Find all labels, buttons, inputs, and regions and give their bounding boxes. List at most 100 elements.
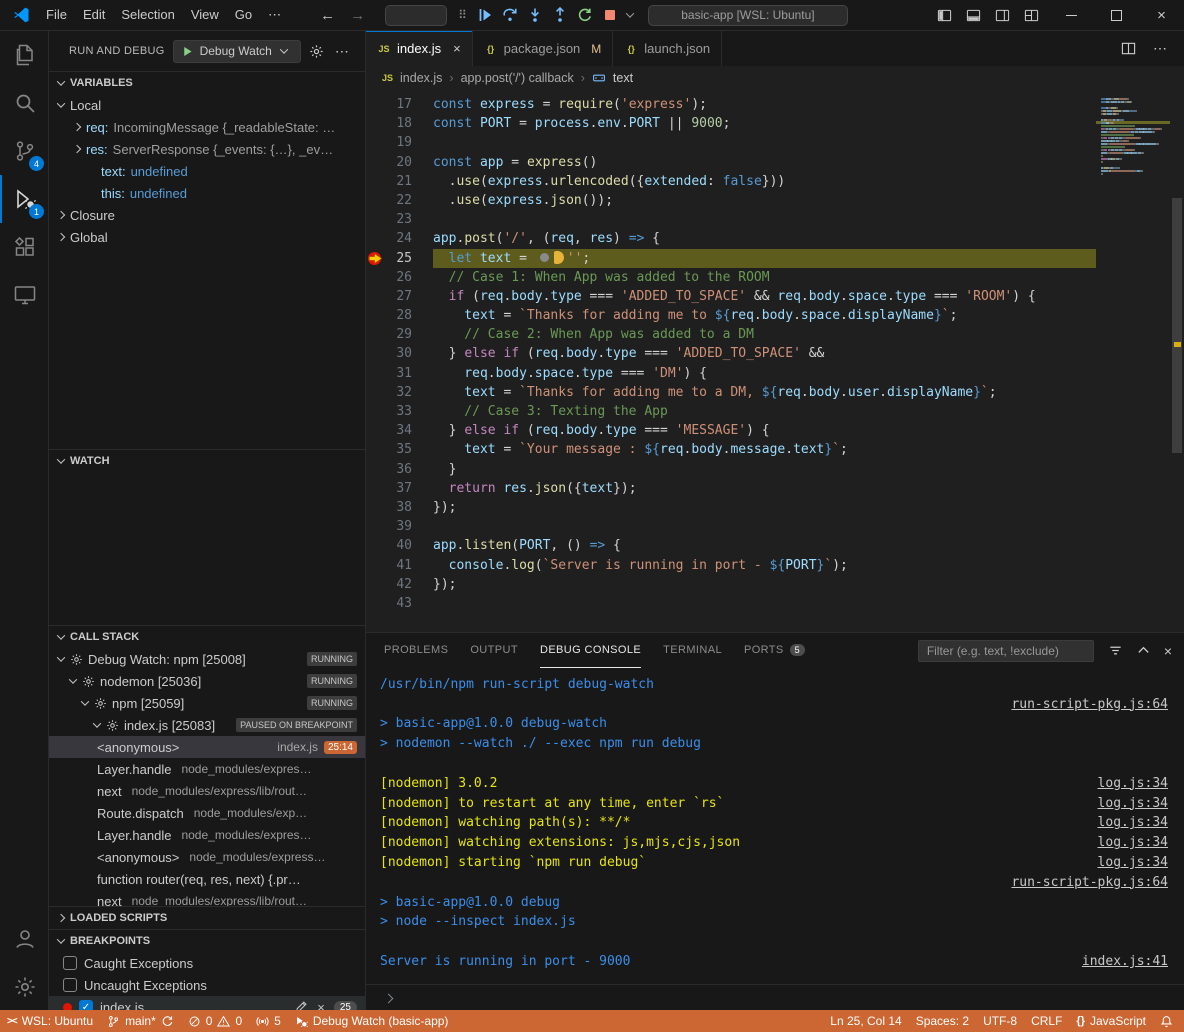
code-line[interactable]: 38}); (366, 498, 1096, 517)
variable-row[interactable]: req:IncomingMessage {_readableState: … (49, 116, 365, 138)
code-line[interactable]: 36 } (366, 460, 1096, 479)
code-line[interactable]: 35 text = `Your message : ${req.body.mes… (366, 440, 1096, 459)
activity-extensions[interactable] (0, 223, 48, 271)
callstack-session[interactable]: index.js [25083]PAUSED ON BREAKPOINT (49, 714, 365, 736)
breadcrumb-item[interactable]: index.js (400, 71, 442, 85)
panel-tab-problems[interactable]: PROBLEMS (384, 633, 448, 668)
breakpoint-row[interactable]: ✓index.js×25 (49, 996, 365, 1011)
variable-row[interactable]: res:ServerResponse {_events: {…}, _ev… (49, 138, 365, 160)
activity-accounts[interactable] (0, 915, 48, 963)
stack-frame[interactable]: function router(req, res, next) {.pr… (49, 868, 365, 890)
breakpoint-checkbox[interactable] (63, 978, 77, 992)
breakpoint-row[interactable]: Caught Exceptions (49, 952, 365, 974)
stack-frame[interactable]: Layer.handlenode_modules/expres… (49, 824, 365, 846)
activity-run-and-debug[interactable]: 1 (0, 175, 48, 223)
code-line[interactable]: 17const express = require('express'); (366, 95, 1096, 114)
breadcrumb[interactable]: JSindex.js›app.post('/') callback›text (366, 66, 1184, 90)
breakpoint-checkbox[interactable] (63, 956, 77, 970)
breadcrumb-item[interactable]: text (613, 71, 633, 85)
forward-icon[interactable]: → (345, 7, 370, 24)
breadcrumb-item[interactable]: app.post('/') callback (461, 71, 574, 85)
command-center-search[interactable]: basic-app [WSL: Ubuntu] (648, 5, 848, 26)
maximize-panel-icon[interactable] (1136, 643, 1151, 658)
panel-tab-debug-console[interactable]: DEBUG CONSOLE (540, 633, 641, 668)
code-line[interactable]: 22 .use(express.json()); (366, 191, 1096, 210)
close-tab-icon[interactable]: × (453, 41, 461, 56)
variable-row[interactable]: this:undefined (49, 182, 365, 204)
debug-continue-button[interactable] (474, 4, 497, 27)
console-source-link[interactable]: log.js:34 (1098, 776, 1168, 791)
minimize-button[interactable] (1049, 0, 1094, 30)
console-source-link[interactable]: log.js:34 (1098, 815, 1168, 830)
debug-settings-gear-icon[interactable] (309, 44, 324, 59)
panel-tab-output[interactable]: OUTPUT (470, 633, 518, 668)
code-line[interactable]: 26 // Case 1: When App was added to the … (366, 268, 1096, 287)
debug-stop-button[interactable] (599, 4, 622, 27)
status-problems[interactable]: 00 (181, 1010, 249, 1032)
code-line[interactable]: 28 text = `Thanks for adding me to ${req… (366, 306, 1096, 325)
stack-frame[interactable]: nextnode_modules/express/lib/rout… (49, 890, 365, 906)
code-line[interactable]: 21 .use(express.urlencoded({extended: fa… (366, 172, 1096, 191)
debug-config-dropdown[interactable]: Debug Watch (173, 40, 301, 63)
scrollbar-thumb[interactable] (1172, 198, 1182, 453)
status-notifications[interactable] (1153, 1010, 1180, 1032)
code-line[interactable]: 41 console.log(`Server is running in por… (366, 556, 1096, 575)
menu-file[interactable]: File (38, 4, 75, 26)
callstack-session[interactable]: nodemon [25036]RUNNING (49, 670, 365, 692)
command-center-left[interactable] (385, 5, 447, 26)
code-line[interactable]: 40app.listen(PORT, () => { (366, 536, 1096, 555)
customize-layout-icon[interactable] (1024, 8, 1039, 23)
stack-frame[interactable]: <anonymous>index.js25:14 (49, 736, 365, 758)
editor-more-actions-icon[interactable]: ⋯ (1150, 40, 1170, 57)
console-options-icon[interactable] (1108, 643, 1123, 658)
debug-step-out-button[interactable] (549, 4, 572, 27)
console-source-link[interactable]: log.js:34 (1098, 835, 1168, 850)
status-indentation[interactable]: Spaces: 2 (909, 1010, 976, 1032)
debug-console-input[interactable] (366, 984, 1184, 1011)
variable-row[interactable]: Local (49, 94, 365, 116)
section-header[interactable]: LOADED SCRIPTS (49, 907, 365, 929)
start-debug-icon[interactable] (181, 45, 194, 58)
maximize-button[interactable] (1094, 0, 1139, 30)
menu-view[interactable]: View (183, 4, 227, 26)
close-panel-icon[interactable]: × (1164, 643, 1172, 659)
stack-frame[interactable]: nextnode_modules/express/lib/rout… (49, 780, 365, 802)
code-line[interactable]: 42}); (366, 575, 1096, 594)
stack-frame[interactable]: Route.dispatchnode_modules/exp… (49, 802, 365, 824)
panel-tab-ports[interactable]: PORTS5 (744, 633, 805, 668)
section-header[interactable]: CALL STACK (49, 626, 365, 648)
tab-launch.json[interactable]: {}launch.json (613, 31, 722, 66)
status-remote[interactable]: ><WSL: Ubuntu (0, 1010, 100, 1032)
status-debug-session[interactable]: Debug Watch (basic-app) (288, 1010, 456, 1032)
console-source-link[interactable]: log.js:34 (1098, 855, 1168, 870)
current-line-breakpoint-icon[interactable] (366, 249, 382, 268)
breakpoint-row[interactable]: Uncaught Exceptions (49, 974, 365, 996)
debug-toolbar-grip-icon[interactable]: ⠿ (458, 8, 467, 22)
console-source-link[interactable]: run-script-pkg.js:64 (1011, 697, 1168, 712)
section-header[interactable]: WATCH (49, 450, 365, 472)
status-language-mode[interactable]: {}JavaScript (1069, 1010, 1153, 1032)
stack-frame[interactable]: <anonymous>node_modules/express… (49, 846, 365, 868)
stack-frame[interactable]: Layer.handlenode_modules/expres… (49, 758, 365, 780)
back-icon[interactable]: ← (315, 7, 340, 24)
console-filter-input[interactable] (918, 640, 1094, 662)
callstack-session[interactable]: npm [25059]RUNNING (49, 692, 365, 714)
section-header[interactable]: VARIABLES (49, 72, 365, 94)
activity-settings[interactable] (0, 963, 48, 1011)
status-ports-forwarded[interactable]: 5 (249, 1010, 288, 1032)
toggle-panel-icon[interactable] (966, 8, 981, 23)
code-line[interactable]: 18const PORT = process.env.PORT || 9000; (366, 114, 1096, 133)
code-line[interactable]: 33 // Case 3: Texting the App (366, 402, 1096, 421)
close-button[interactable]: × (1139, 0, 1184, 30)
variable-row[interactable]: Closure (49, 204, 365, 226)
section-header[interactable]: BREAKPOINTS (49, 930, 365, 952)
code-line[interactable]: 31 req.body.space.type === 'DM') { (366, 364, 1096, 383)
split-editor-icon[interactable] (1121, 41, 1136, 56)
code-line[interactable]: 30 } else if (req.body.type === 'ADDED_T… (366, 344, 1096, 363)
variable-row[interactable]: Global (49, 226, 365, 248)
menu-edit[interactable]: Edit (75, 4, 113, 26)
menu-selection[interactable]: Selection (113, 4, 182, 26)
minimap[interactable] (1096, 90, 1170, 632)
code-editor[interactable]: 17const express = require('express');18c… (366, 90, 1184, 632)
console-source-link[interactable]: run-script-pkg.js:64 (1011, 875, 1168, 890)
